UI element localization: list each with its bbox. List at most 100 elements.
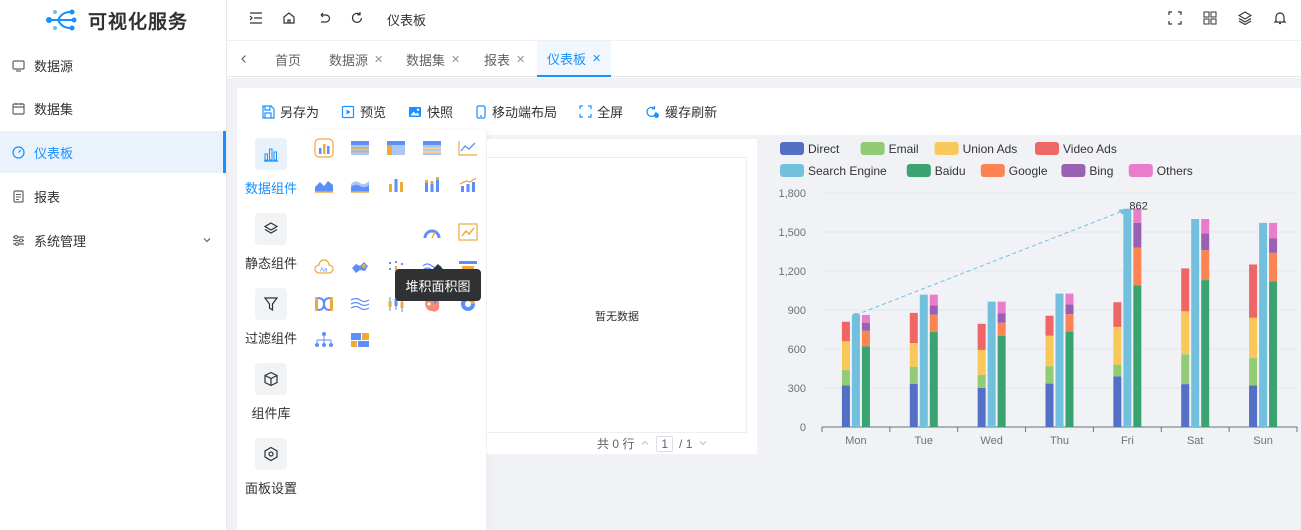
tab-bar: 首页 数据源 ✕ 数据集 ✕ 报表 ✕ 仪表板 ✕ [227, 40, 1301, 77]
trend-chart-icon[interactable] [458, 222, 478, 242]
save-as-button[interactable]: 另存为 [261, 102, 319, 121]
bar-segment [1133, 285, 1142, 427]
bar-segment [1045, 335, 1054, 367]
treemap-icon[interactable] [350, 330, 370, 350]
pivot-table-icon[interactable] [386, 138, 406, 158]
sidebar-item-datasource[interactable]: 数据源 [0, 44, 226, 86]
tree-chart-icon[interactable] [314, 330, 334, 350]
menu-fold-icon[interactable] [248, 10, 264, 26]
bar-segment [1269, 252, 1278, 282]
save-icon [262, 104, 275, 119]
tab-label: 首页 [275, 52, 302, 68]
apps-icon[interactable] [1202, 10, 1218, 26]
bar-segment [1181, 311, 1190, 355]
bell-icon[interactable] [1272, 10, 1288, 26]
bar-segment [977, 349, 986, 375]
bar-segment [1113, 302, 1122, 327]
legend-swatch [780, 142, 804, 155]
category-data-components[interactable]: 数据组件 [237, 138, 305, 197]
top-header: 仪表板 [227, 0, 1301, 37]
category-static-components[interactable]: 静态组件 [237, 213, 305, 272]
sidebar-item-report[interactable]: 报表 [0, 175, 226, 217]
tab-datasource[interactable]: 数据源 ✕ [329, 41, 383, 77]
category-component-library[interactable]: 组件库 [237, 363, 305, 422]
cache-refresh-button[interactable]: 缓存刷新 [645, 102, 717, 121]
table-widget[interactable]: 暂无数据 共 0 行 1 / 1 [487, 139, 757, 454]
legend-swatch [1035, 142, 1059, 155]
area-chart-icon[interactable] [314, 175, 334, 195]
bar-segment [851, 314, 860, 427]
bar-segment [1259, 222, 1268, 427]
bar-segment [909, 343, 918, 367]
close-icon[interactable]: ✕ [451, 53, 460, 66]
bar-segment [1133, 222, 1142, 248]
mobile-layout-button[interactable]: 移动端布局 [475, 102, 557, 121]
tab-dashboard[interactable]: 仪表板 ✕ [537, 41, 612, 77]
stacked-column-chart-icon[interactable] [422, 175, 442, 195]
bar-segment [1133, 247, 1142, 286]
bar-segment [1201, 219, 1210, 234]
bar-segment [909, 366, 918, 384]
river-chart-icon[interactable] [350, 294, 370, 314]
bar-line-combo-icon[interactable] [458, 175, 478, 195]
category-panel-settings[interactable]: 面板设置 [237, 438, 305, 497]
preview-button[interactable]: 预览 [341, 102, 386, 121]
stacked-area-chart-icon[interactable] [350, 175, 370, 195]
close-icon[interactable]: ✕ [592, 52, 601, 65]
legend-swatch [1061, 164, 1086, 177]
table-icon[interactable] [350, 138, 370, 158]
fullscreen-icon[interactable] [1167, 10, 1183, 26]
bar-segment [1045, 366, 1054, 384]
page-total: / 1 [679, 436, 693, 451]
empty-text: 暂无数据 [595, 311, 639, 323]
column-chart-icon[interactable] [386, 175, 406, 195]
fullscreen-button[interactable]: 全屏 [579, 102, 623, 121]
table-body: 暂无数据 [487, 157, 747, 433]
bar-segment [1045, 315, 1054, 336]
save-as-label: 另存为 [280, 105, 320, 120]
sidebar-item-dataset[interactable]: 数据集 [0, 87, 226, 129]
bar-segment [977, 374, 986, 388]
category-label: 组件库 [251, 406, 291, 421]
close-icon[interactable]: ✕ [516, 53, 525, 66]
legend-label: Google [1009, 164, 1048, 178]
stacked-bar-chart-widget[interactable]: Direct Email Union Ads Video Ads Search Engi… [767, 134, 1301, 454]
map-icon[interactable] [350, 258, 370, 278]
refresh-icon[interactable] [349, 10, 365, 26]
total-rows: 共 0 行 [597, 437, 635, 451]
close-icon[interactable]: ✕ [374, 53, 383, 66]
y-tick-label: 300 [788, 383, 806, 395]
app-logo[interactable]: 可视化服务 [0, 0, 226, 40]
detail-table-icon[interactable] [422, 138, 442, 158]
bar-chart-icon[interactable] [314, 138, 334, 158]
bar-segment [1113, 376, 1122, 427]
chevron-down-icon[interactable] [698, 437, 708, 451]
cache-refresh-label: 缓存刷新 [665, 105, 718, 120]
home-icon[interactable] [281, 10, 297, 26]
layers-icon[interactable] [1237, 10, 1253, 26]
bar-segment [929, 314, 938, 332]
x-tick-label: Wed [980, 435, 1002, 447]
chevron-up-icon[interactable] [640, 437, 650, 451]
filter-icon [255, 288, 287, 320]
gauge-icon[interactable] [422, 222, 442, 242]
word-cloud-icon[interactable]: Aa [314, 258, 334, 278]
sidebar-item-dashboard[interactable]: 仪表板 [0, 131, 226, 173]
back-icon[interactable] [316, 10, 332, 26]
tabs-prev-icon[interactable] [239, 41, 249, 77]
tab-home[interactable]: 首页 [275, 41, 301, 77]
sidebar-item-system[interactable]: 系统管理 [0, 219, 226, 261]
mobile-layout-label: 移动端布局 [492, 105, 558, 120]
sidebar-item-label: 系统管理 [34, 233, 87, 249]
bar-segment [929, 294, 938, 306]
line-chart-icon[interactable] [458, 138, 478, 158]
tab-report[interactable]: 报表 ✕ [484, 41, 525, 77]
category-filter-components[interactable]: 过滤组件 [237, 288, 305, 347]
snapshot-button[interactable]: 快照 [408, 102, 453, 121]
bar-segment [1045, 383, 1054, 427]
svg-text:Aa: Aa [320, 268, 328, 274]
sankey-chart-icon[interactable] [314, 294, 334, 314]
page-input[interactable]: 1 [656, 435, 674, 452]
tab-dataset[interactable]: 数据集 ✕ [406, 41, 460, 77]
chevron-down-icon[interactable] [202, 233, 212, 248]
